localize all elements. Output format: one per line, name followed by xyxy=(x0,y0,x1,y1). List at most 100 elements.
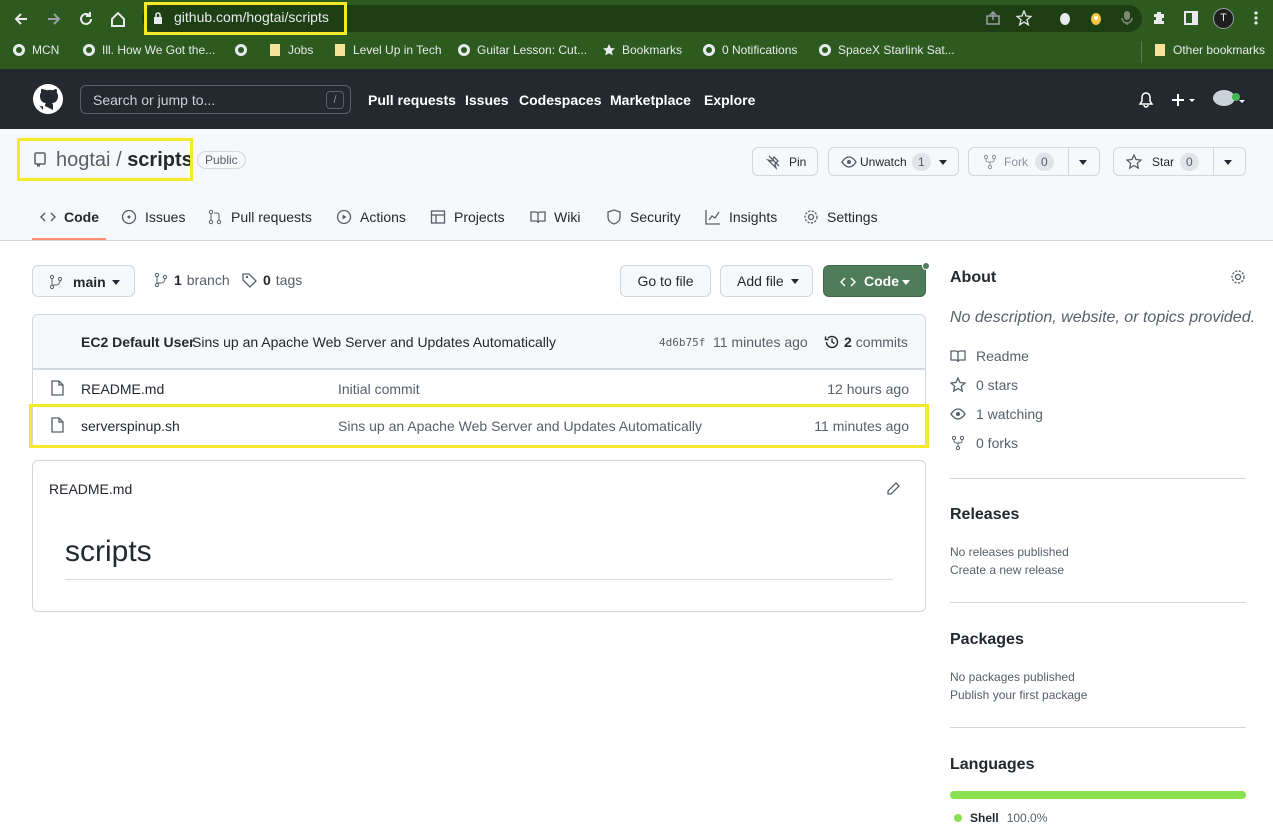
fork-button[interactable]: Fork 0 xyxy=(968,147,1100,176)
tab-actions[interactable]: Actions xyxy=(336,209,406,225)
menu-kebab-icon[interactable] xyxy=(1247,9,1265,27)
shield-icon xyxy=(606,209,622,225)
stars-link[interactable]: 0 stars xyxy=(950,377,1018,393)
latest-commit-bar: EC2 Default User Sins up an Apache Web S… xyxy=(33,315,925,369)
share-icon[interactable] xyxy=(984,9,1002,27)
commit-message[interactable]: Sins up an Apache Web Server and Updates… xyxy=(192,334,556,350)
tab-security[interactable]: Security xyxy=(606,209,681,225)
bookmark-item[interactable] xyxy=(234,43,248,57)
tab-settings[interactable]: Settings xyxy=(803,209,878,225)
visibility-badge: Public xyxy=(197,151,246,169)
play-circle-icon xyxy=(336,209,352,225)
branch-select-button[interactable]: main xyxy=(32,265,135,297)
file-name-link[interactable]: README.md xyxy=(81,381,164,397)
folder-icon xyxy=(268,43,282,57)
go-to-file-button[interactable]: Go to file xyxy=(620,265,711,297)
tab-insights[interactable]: Insights xyxy=(705,209,777,225)
repo-title-highlight-box xyxy=(17,138,193,181)
forks-link[interactable]: 0 forks xyxy=(950,435,1018,451)
extensions-puzzle-icon[interactable] xyxy=(1150,9,1168,27)
nav-codespaces[interactable]: Codespaces xyxy=(519,92,601,108)
eye-icon xyxy=(950,406,966,422)
gear-icon[interactable] xyxy=(1230,269,1246,285)
extension-hand-icon[interactable] xyxy=(1056,9,1074,27)
search-input[interactable]: Search or jump to... / xyxy=(80,85,351,114)
unwatch-button[interactable]: Unwatch 1 xyxy=(828,147,959,176)
notification-bell-icon[interactable] xyxy=(1138,92,1154,108)
caret-down-icon xyxy=(939,160,947,165)
readme-panel: README.md scripts xyxy=(32,460,926,612)
book-icon xyxy=(530,209,546,225)
bookmark-item[interactable]: Guitar Lesson: Cut... xyxy=(457,43,587,57)
file-icon xyxy=(50,380,64,396)
watching-link[interactable]: 1 watching xyxy=(950,406,1043,422)
forward-arrow-icon[interactable] xyxy=(42,7,66,31)
reload-icon[interactable] xyxy=(74,7,98,31)
file-commit-message[interactable]: Initial commit xyxy=(338,381,420,397)
packages-heading[interactable]: Packages xyxy=(950,631,1024,649)
language-bar xyxy=(950,791,1246,799)
profile-avatar[interactable]: T xyxy=(1213,8,1234,29)
tab-code[interactable]: Code xyxy=(40,209,99,225)
file-row[interactable]: README.md Initial commit 12 hours ago xyxy=(33,369,925,406)
pull-request-icon xyxy=(207,209,223,225)
extension-honey-icon[interactable] xyxy=(1087,9,1105,27)
nav-marketplace[interactable]: Marketplace xyxy=(610,92,691,108)
tab-issues[interactable]: Issues xyxy=(121,209,185,225)
microphone-icon[interactable] xyxy=(1118,9,1136,27)
tab-pull-requests[interactable]: Pull requests xyxy=(207,209,312,225)
pencil-edit-icon[interactable] xyxy=(885,481,901,497)
bookmark-folder[interactable]: Jobs xyxy=(268,43,313,57)
create-new-plus-icon[interactable] xyxy=(1170,92,1198,108)
button-divider xyxy=(1213,148,1214,175)
releases-heading[interactable]: Releases xyxy=(950,506,1019,524)
pin-icon xyxy=(765,154,781,170)
git-branch-icon xyxy=(48,274,64,290)
folder-icon xyxy=(333,43,347,57)
bookmark-item[interactable]: SpaceX Starlink Sat... xyxy=(818,43,955,57)
tab-projects[interactable]: Projects xyxy=(430,209,505,225)
bookmark-item[interactable]: Ill. How We Got the... xyxy=(82,43,215,57)
sidebar-divider xyxy=(950,727,1246,728)
publish-package-link[interactable]: Publish your first package xyxy=(950,688,1087,702)
tags-link[interactable]: 0 tags xyxy=(242,272,302,288)
language-item-shell[interactable]: Shell 100.0% xyxy=(954,811,1047,825)
star-counter: 0 xyxy=(1180,153,1199,171)
side-panel-icon[interactable] xyxy=(1182,9,1200,27)
graph-icon xyxy=(705,209,721,225)
other-bookmarks[interactable]: Other bookmarks xyxy=(1153,43,1265,57)
github-logo-icon[interactable] xyxy=(32,83,64,115)
commits-history-link[interactable]: 2 commits xyxy=(824,334,908,350)
branches-link[interactable]: 1 branch xyxy=(153,272,230,288)
nav-issues[interactable]: Issues xyxy=(465,92,509,108)
tab-wiki[interactable]: Wiki xyxy=(530,209,580,225)
commit-author[interactable]: EC2 Default User xyxy=(81,334,195,350)
folder-icon xyxy=(1153,43,1167,57)
code-dropdown-button[interactable]: Code xyxy=(823,262,930,297)
bookmark-folder[interactable]: Level Up in Tech xyxy=(333,43,442,57)
create-release-link[interactable]: Create a new release xyxy=(950,563,1064,577)
gear-icon xyxy=(803,209,819,225)
add-file-button[interactable]: Add file xyxy=(720,265,813,297)
home-icon[interactable] xyxy=(106,7,130,31)
nav-pull-requests[interactable]: Pull requests xyxy=(368,92,456,108)
user-avatar[interactable] xyxy=(1212,88,1248,110)
readme-link[interactable]: Readme xyxy=(950,348,1029,364)
readme-heading: scripts xyxy=(65,535,152,568)
nav-explore[interactable]: Explore xyxy=(704,92,755,108)
bookmark-item[interactable]: 0 Notifications xyxy=(702,43,797,57)
caret-down-icon xyxy=(1079,160,1087,165)
about-description: No description, website, or topics provi… xyxy=(950,309,1256,326)
bookmark-item[interactable]: Bookmarks xyxy=(602,43,682,57)
bookmark-star-icon[interactable] xyxy=(1015,9,1033,27)
commit-sha[interactable]: 4d6b75f xyxy=(659,336,705,349)
back-arrow-icon[interactable] xyxy=(9,7,33,31)
pin-button[interactable]: Pin xyxy=(752,147,818,176)
caret-down-icon xyxy=(1224,160,1232,165)
slash-shortcut-badge: / xyxy=(326,91,344,109)
url-highlight-box xyxy=(144,2,347,35)
bookmark-item[interactable]: MCN xyxy=(12,43,59,57)
bookmarks-divider xyxy=(1141,41,1142,63)
caret-down-icon xyxy=(112,280,120,285)
star-button[interactable]: Star 0 xyxy=(1113,147,1246,176)
